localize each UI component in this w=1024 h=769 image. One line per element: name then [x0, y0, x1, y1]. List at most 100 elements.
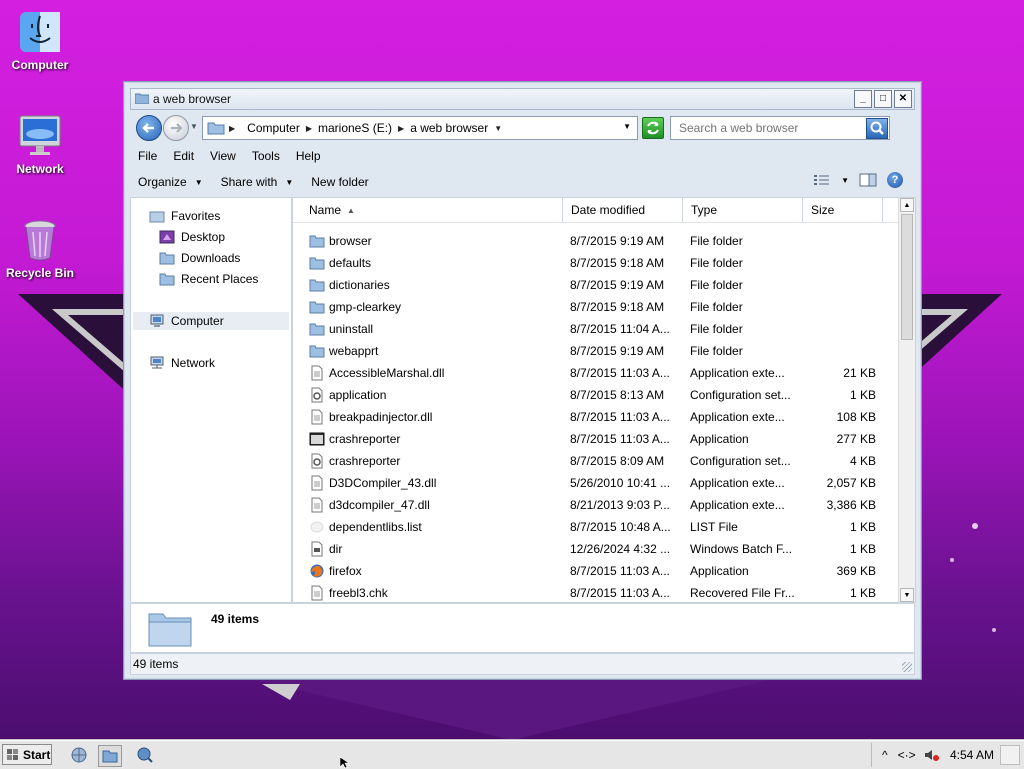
- folder-icon: [207, 122, 225, 135]
- file-row[interactable]: application 8/7/2015 8:13 AM Configuration…: [293, 384, 899, 406]
- file-name: dependentlibs.list: [329, 520, 422, 534]
- address-bar[interactable]: ▶ Computer ▶ marioneS (E:) ▶ a web browser…: [202, 116, 638, 140]
- file-row[interactable]: dependentlibs.list 8/7/2015 10:48 A... LIS…: [293, 516, 899, 538]
- menu-help[interactable]: Help: [288, 149, 329, 163]
- breadcrumb-computer[interactable]: Computer ▶: [247, 121, 312, 135]
- quicklaunch-browser[interactable]: [68, 745, 90, 765]
- close-button[interactable]: ✕: [894, 90, 912, 108]
- nav-computer[interactable]: Computer: [133, 312, 289, 330]
- column-header-date[interactable]: Date modified: [563, 198, 683, 222]
- search-icon: [870, 121, 884, 135]
- breadcrumb-drive[interactable]: marioneS (E:) ▶: [318, 121, 404, 135]
- organize-label: Organize: [138, 175, 187, 189]
- column-header-name[interactable]: Name ▲: [301, 198, 563, 222]
- back-button[interactable]: [136, 115, 162, 141]
- file-row[interactable]: browser 8/7/2015 9:19 AM File folder: [293, 230, 899, 252]
- file-row[interactable]: D3DCompiler_43.dll 5/26/2010 10:41 ... App…: [293, 472, 899, 494]
- file-row[interactable]: freebl3.chk 8/7/2015 11:03 A... Recovered …: [293, 582, 899, 602]
- volume-muted-icon[interactable]: [924, 748, 940, 762]
- desktop-icon-label: Computer: [11, 58, 69, 72]
- new-folder-button[interactable]: New folder: [303, 175, 378, 189]
- menu-view[interactable]: View: [202, 149, 244, 163]
- file-row[interactable]: defaults 8/7/2015 9:18 AM File folder: [293, 252, 899, 274]
- desktop-icon-network[interactable]: Network: [0, 114, 80, 176]
- search-button[interactable]: [866, 118, 888, 139]
- file-size: 108 KB: [836, 410, 876, 424]
- desktop-icon-computer[interactable]: Computer: [0, 10, 80, 72]
- resize-grip[interactable]: [902, 662, 912, 672]
- nav-recent-places[interactable]: Recent Places: [159, 270, 258, 288]
- file-date: 8/7/2015 8:13 AM: [570, 388, 665, 402]
- minimize-button[interactable]: _: [854, 90, 872, 108]
- settings-file-icon: [309, 453, 325, 469]
- details-pane: 49 items: [130, 603, 915, 653]
- file-row[interactable]: d3dcompiler_47.dll 8/21/2013 9:03 P... App…: [293, 494, 899, 516]
- file-type: Application: [690, 432, 749, 446]
- taskbar-explorer-window[interactable]: [98, 745, 122, 767]
- menu-tools[interactable]: Tools: [244, 149, 288, 163]
- share-with-button[interactable]: Share with ▼: [213, 175, 304, 189]
- tray-overflow-chevron[interactable]: ^: [882, 748, 888, 762]
- refresh-button[interactable]: [642, 117, 664, 139]
- quicklaunch-search[interactable]: [134, 745, 156, 765]
- file-row[interactable]: webapprt 8/7/2015 9:19 AM File folder: [293, 340, 899, 362]
- start-button[interactable]: Start: [2, 744, 52, 765]
- file-name: dictionaries: [329, 278, 390, 292]
- folder-icon: [309, 255, 325, 271]
- file-type: File folder: [690, 256, 743, 270]
- file-size: 4 KB: [849, 454, 876, 468]
- scroll-thumb[interactable]: [901, 214, 913, 340]
- column-header-size[interactable]: Size: [803, 198, 883, 222]
- nav-label: Recent Places: [181, 272, 259, 286]
- menu-edit[interactable]: Edit: [165, 149, 202, 163]
- nav-desktop[interactable]: Desktop: [159, 228, 225, 246]
- help-icon[interactable]: ?: [887, 172, 903, 188]
- vertical-scrollbar[interactable]: ▲ ▼: [898, 198, 915, 602]
- scroll-down-button[interactable]: ▼: [900, 588, 914, 602]
- file-row[interactable]: uninstall 8/7/2015 11:04 A... File folder: [293, 318, 899, 340]
- file-row[interactable]: dir 12/26/2024 4:32 ... Windows Batch F...…: [293, 538, 899, 560]
- change-view-icon[interactable]: [813, 173, 831, 187]
- file-row[interactable]: AccessibleMarshal.dll 8/7/2015 11:03 A...…: [293, 362, 899, 384]
- menu-file[interactable]: File: [130, 149, 165, 163]
- maximize-button[interactable]: □: [874, 90, 892, 108]
- file-row[interactable]: firefox 8/7/2015 11:03 A... Application 369…: [293, 560, 899, 582]
- file-row[interactable]: dictionaries 8/7/2015 9:19 AM File folder: [293, 274, 899, 296]
- file-row[interactable]: breakpadinjector.dll 8/7/2015 11:03 A... A…: [293, 406, 899, 428]
- scroll-up-button[interactable]: ▲: [900, 198, 914, 212]
- file-type: File folder: [690, 344, 743, 358]
- show-desktop-button[interactable]: [1000, 745, 1020, 765]
- column-header-type[interactable]: Type: [683, 198, 803, 222]
- desktop-icon-label: Network: [16, 162, 64, 176]
- view-options-dropdown[interactable]: ▼: [841, 176, 849, 185]
- preview-pane-icon[interactable]: [859, 173, 877, 187]
- search-box[interactable]: [670, 116, 890, 140]
- desktop-icon-recycle-bin[interactable]: Recycle Bin: [0, 218, 80, 280]
- search-input[interactable]: [677, 118, 871, 138]
- file-date: 8/7/2015 9:19 AM: [570, 234, 665, 248]
- file-name: application: [329, 388, 387, 402]
- organize-button[interactable]: Organize ▼: [130, 175, 213, 189]
- breadcrumb-current-folder[interactable]: a web browser ▼: [410, 121, 502, 135]
- file-row[interactable]: crashreporter 8/7/2015 11:03 A... Applicat…: [293, 428, 899, 450]
- clock[interactable]: 4:54 AM: [950, 748, 994, 762]
- window-titlebar[interactable]: a web browser _ □ ✕: [130, 88, 915, 110]
- network-status-icon[interactable]: <·>: [898, 748, 916, 762]
- window-title: a web browser: [153, 92, 232, 106]
- file-date: 8/7/2015 11:03 A...: [570, 410, 670, 424]
- file-name: breakpadinjector.dll: [329, 410, 433, 424]
- file-row[interactable]: crashreporter 8/7/2015 8:09 AM Configurati…: [293, 450, 899, 472]
- nav-network[interactable]: Network: [149, 354, 215, 372]
- address-row: ▼ ▶ Computer ▶ marioneS (E:) ▶ a web brows…: [130, 113, 915, 141]
- file-row[interactable]: gmp-clearkey 8/7/2015 9:18 AM File folder: [293, 296, 899, 318]
- recent-pages-dropdown[interactable]: ▼: [190, 122, 198, 131]
- batch-file-icon: [309, 541, 325, 557]
- downloads-folder-icon: [159, 252, 175, 265]
- mouse-cursor-icon: [340, 757, 350, 768]
- forward-button[interactable]: [163, 115, 189, 141]
- nav-downloads[interactable]: Downloads: [159, 249, 240, 267]
- file-type: Application exte...: [690, 410, 785, 424]
- nav-favorites[interactable]: Favorites: [149, 207, 220, 225]
- address-history-dropdown[interactable]: ▼: [623, 122, 631, 131]
- dll-file-icon: [309, 365, 325, 381]
